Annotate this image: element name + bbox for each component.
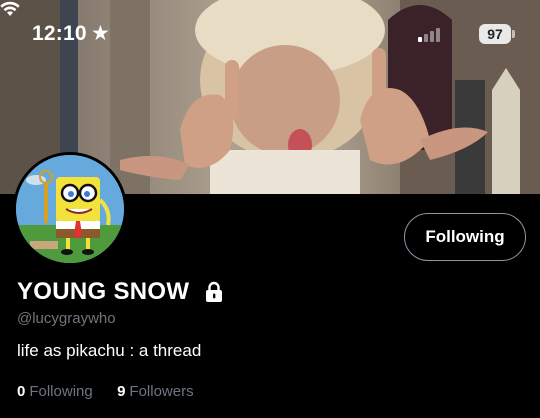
wifi-icon: [0, 1, 20, 16]
followers-count: 9: [117, 383, 126, 400]
bio: life as pikachu : a thread: [17, 341, 202, 360]
handle: @lucygraywho: [17, 310, 116, 327]
avatar-image: [16, 155, 124, 263]
lock-icon: [206, 281, 222, 302]
follow-stats: 0 Following 9 Followers: [17, 383, 194, 400]
following-button[interactable]: Following: [404, 213, 526, 261]
battery-indicator: 97: [479, 24, 511, 44]
status-time: 12:10: [32, 22, 87, 45]
followers-stat[interactable]: 9 Followers: [117, 383, 194, 400]
following-count: 0: [17, 383, 26, 400]
status-bar: 12:10 ★ 97: [0, 0, 540, 70]
battery-tip: [512, 30, 515, 38]
following-label: Following: [29, 383, 93, 400]
followers-label: Followers: [129, 383, 194, 400]
cellular-signal-icon: [418, 26, 444, 42]
following-stat[interactable]: 0 Following: [17, 383, 97, 400]
avatar[interactable]: [13, 152, 127, 266]
display-name: YOUNG SNOW: [17, 278, 190, 305]
star-icon: ★: [91, 22, 110, 45]
